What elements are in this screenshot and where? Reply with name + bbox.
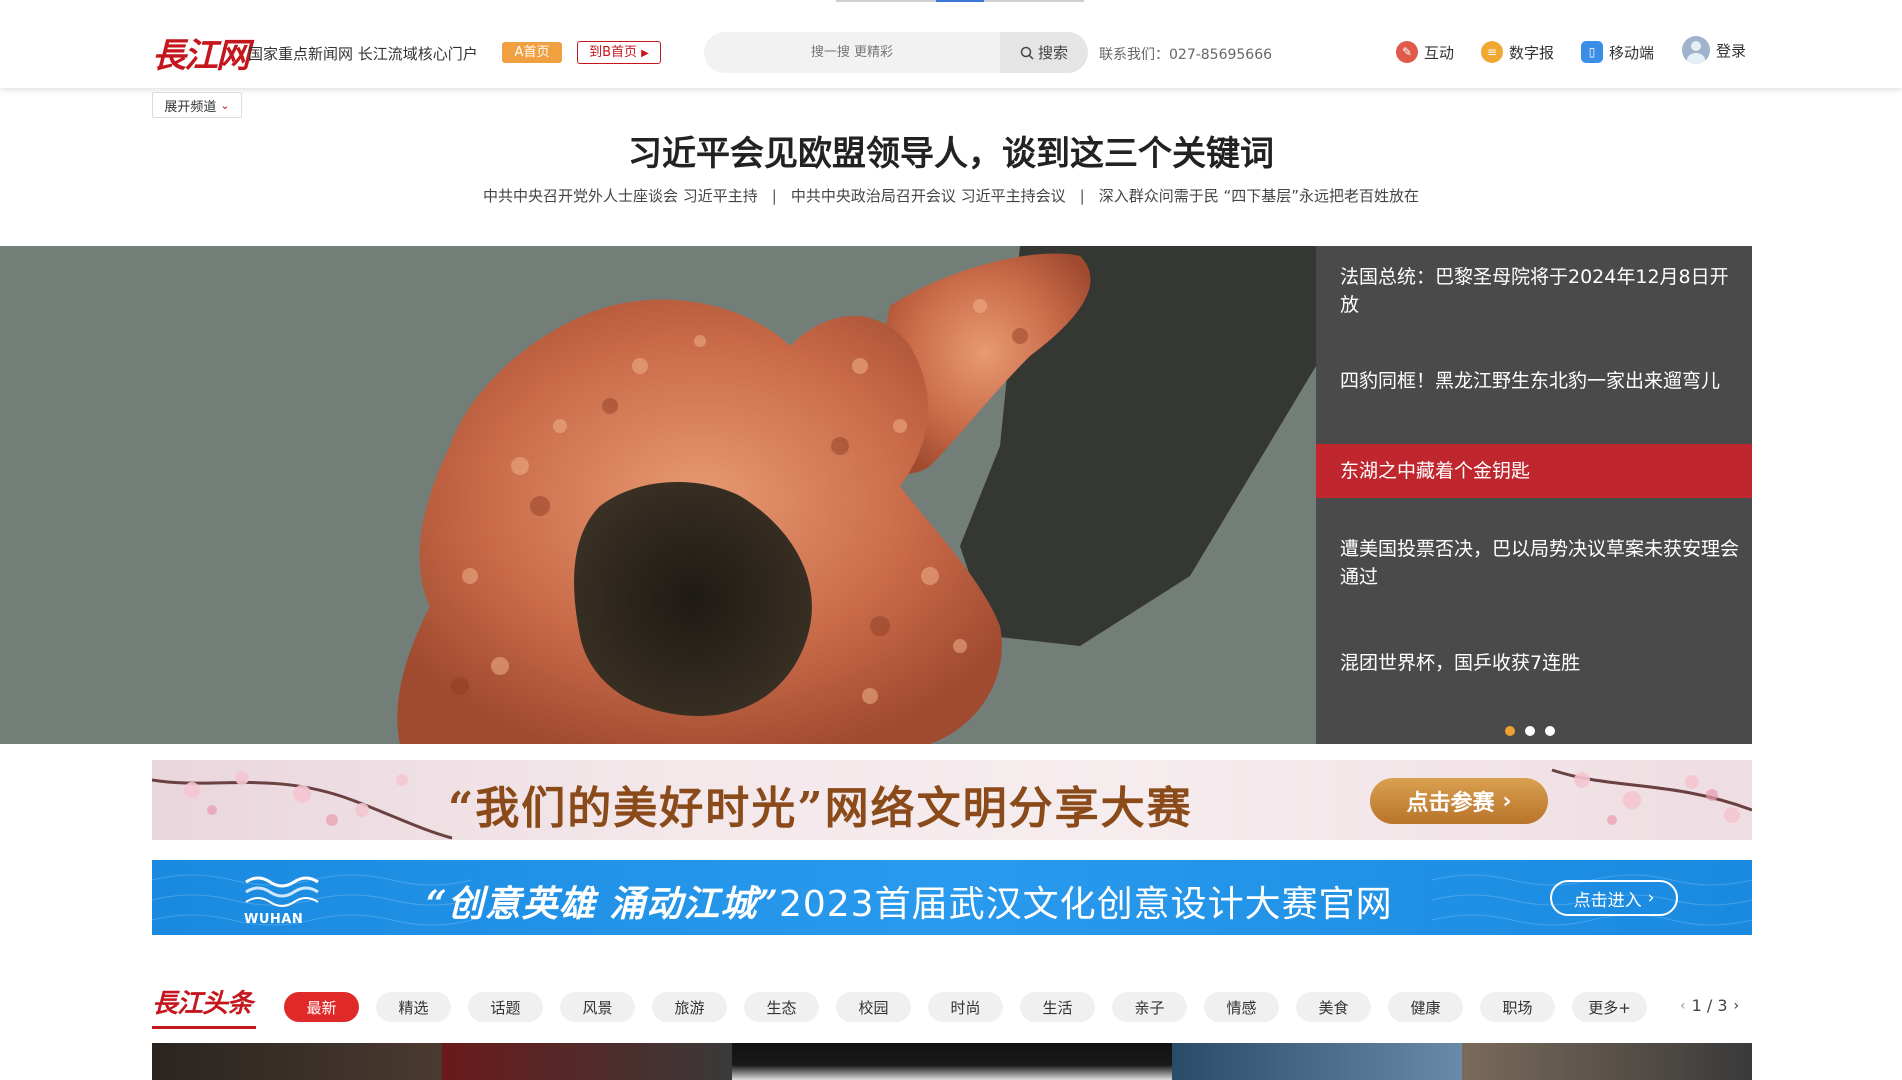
wuhan-contest-logo: WUHAN [238, 868, 330, 928]
b-home-label: 到B首页 [589, 45, 638, 60]
expand-channels-label: 展开频道 [164, 99, 217, 115]
chevron-right-icon[interactable]: › [1734, 998, 1740, 1014]
search-button-label: 搜索 [1037, 44, 1068, 62]
site-slogan: 国家重点新闻网 长江流域核心门户 [248, 45, 478, 63]
hero-news-item[interactable]: 法国总统：巴黎圣母院将于2024年12月8日开放 [1316, 246, 1752, 336]
thumbnail[interactable] [152, 1043, 442, 1080]
section-logo: 長江头条 [152, 989, 253, 1019]
tab-topics[interactable]: 话题 [468, 992, 543, 1022]
interact-link[interactable]: ✎ 互动 [1396, 39, 1454, 65]
top-accent-line [0, 0, 1902, 2]
interact-label: 互动 [1424, 43, 1455, 62]
hero-news-item-active[interactable]: 东湖之中藏着个金钥匙 [1316, 444, 1752, 498]
join-contest-button[interactable]: 点击参赛 › [1370, 778, 1548, 824]
mobile-icon: ▯ [1581, 41, 1603, 63]
hero-slider: 法国总统：巴黎圣母院将于2024年12月8日开放 四豹同框！黑龙江野生东北豹一家… [0, 246, 1902, 744]
tab-featured[interactable]: 精选 [376, 992, 451, 1022]
tab-health[interactable]: 健康 [1388, 992, 1463, 1022]
design-contest-title: “创意英雄 涌动江城”2023首届武汉文化创意设计大赛官网 [426, 875, 1393, 927]
tab-scenery[interactable]: 风景 [560, 992, 635, 1022]
section-thumbnails [152, 1043, 1752, 1080]
tab-more[interactable]: 更多+ [1572, 992, 1647, 1022]
chevron-down-icon: ⌄ [220, 98, 230, 112]
tab-emotion[interactable]: 情感 [1204, 992, 1279, 1022]
wuhan-logo-text: WUHAN [244, 912, 304, 927]
digital-paper-label: 数字报 [1509, 43, 1555, 62]
digital-paper-link[interactable]: ≡ 数字报 [1481, 39, 1554, 65]
tab-travel[interactable]: 旅游 [652, 992, 727, 1022]
tab-life[interactable]: 生活 [1020, 992, 1095, 1022]
separator: | [1079, 187, 1085, 205]
enter-site-button[interactable]: 点击进入 › [1550, 880, 1678, 916]
login-link[interactable]: 登录 [1682, 36, 1747, 64]
enter-site-label: 点击进入 [1573, 890, 1642, 911]
mobile-link[interactable]: ▯ 移动端 [1581, 39, 1654, 65]
expand-channels-button[interactable]: 展开频道 ⌄ [152, 92, 242, 118]
site-logo[interactable]: 長江网 [152, 30, 250, 76]
slider-dot[interactable] [1545, 726, 1555, 736]
category-tabs: 最新 精选 话题 风景 旅游 生态 校园 时尚 生活 亲子 情感 美食 健康 职… [284, 992, 1647, 1022]
contact-info: 联系我们：027-85695666 [1099, 47, 1273, 63]
separator: | [771, 187, 777, 205]
join-contest-label: 点击参赛 [1406, 791, 1495, 816]
hero-news-item[interactable]: 混团世界杯，国乒收获7连胜 [1316, 618, 1752, 708]
search-icon [1020, 46, 1034, 60]
tab-fashion[interactable]: 时尚 [928, 992, 1003, 1022]
hero-news-item[interactable]: 遭美国投票否决，巴以局势决议草案未获安理会通过 [1316, 508, 1752, 618]
tab-food[interactable]: 美食 [1296, 992, 1371, 1022]
a-home-button[interactable]: A首页 [502, 42, 562, 63]
sub-headline-link[interactable]: 中共中央召开党外人士座谈会 习近平主持 [483, 187, 758, 205]
tab-latest[interactable]: 最新 [284, 992, 359, 1022]
slider-dot[interactable] [1525, 726, 1535, 736]
thumbnail[interactable] [442, 1043, 732, 1080]
hero-news-item[interactable]: 四豹同框！黑龙江野生东北豹一家出来遛弯儿 [1316, 336, 1752, 426]
search-button[interactable]: 搜索 [1000, 32, 1088, 73]
hero-image[interactable] [0, 246, 1316, 744]
edit-icon: ✎ [1396, 41, 1418, 63]
login-label: 登录 [1716, 41, 1747, 60]
chevron-left-icon[interactable]: ‹ [1680, 998, 1686, 1014]
site-header: 長江网 国家重点新闻网 长江流域核心门户 A首页 到B首页 ▶ 搜索 联系我们：… [0, 0, 1902, 88]
civility-contest-title: “我们的美好时光”网络文明分享大赛 [448, 783, 1193, 834]
thumbnail[interactable] [732, 1043, 1172, 1080]
avatar [1682, 36, 1710, 64]
thumbnail[interactable] [1172, 1043, 1462, 1080]
chevron-right-icon: › [1502, 788, 1512, 814]
chevron-right-icon: › [1647, 888, 1655, 908]
design-contest-name: 2023首届武汉文化创意设计大赛官网 [778, 884, 1393, 925]
slider-dots [1505, 726, 1555, 736]
sub-headline-link[interactable]: 中共中央政治局召开会议 习近平主持会议 [791, 187, 1066, 205]
sub-headline-link[interactable]: 深入群众问需于民 “四下基层”永远把老百姓放在 [1099, 187, 1419, 205]
site-logo-text: 長江网 [152, 35, 250, 76]
mobile-label: 移动端 [1609, 43, 1655, 62]
pager-text: 1 / 3 [1691, 996, 1728, 1015]
tab-parenting[interactable]: 亲子 [1112, 992, 1187, 1022]
section-underline [152, 1026, 256, 1029]
top-headline[interactable]: 习近平会见欧盟领导人，谈到这三个关键词 [0, 126, 1902, 175]
slider-dot[interactable] [1505, 726, 1515, 736]
thumbnail[interactable] [1462, 1043, 1752, 1080]
tab-career[interactable]: 职场 [1480, 992, 1555, 1022]
design-contest-slogan: “创意英雄 涌动江城” [426, 883, 779, 925]
design-contest-banner[interactable]: WUHAN “创意英雄 涌动江城”2023首届武汉文化创意设计大赛官网 点击进入… [152, 860, 1752, 935]
hero-side-blank [1752, 246, 1902, 744]
sub-headlines: 中共中央召开党外人士座谈会 习近平主持 | 中共中央政治局召开会议 习近平主持会议 |… [0, 185, 1902, 206]
section-pager: ‹ 1 / 3 › [1680, 996, 1739, 1015]
tab-ecology[interactable]: 生态 [744, 992, 819, 1022]
civility-contest-banner[interactable]: “我们的美好时光”网络文明分享大赛 点击参赛 › [152, 760, 1752, 840]
hero-news-list: 法国总统：巴黎圣母院将于2024年12月8日开放 四豹同框！黑龙江野生东北豹一家… [1316, 246, 1752, 744]
b-home-button[interactable]: 到B首页 ▶ [577, 41, 661, 64]
search-box: 搜索 [704, 32, 1088, 73]
tab-campus[interactable]: 校园 [836, 992, 911, 1022]
play-arrow-icon: ▶ [641, 48, 649, 59]
newspaper-icon: ≡ [1481, 41, 1503, 63]
search-input[interactable] [704, 32, 1000, 73]
